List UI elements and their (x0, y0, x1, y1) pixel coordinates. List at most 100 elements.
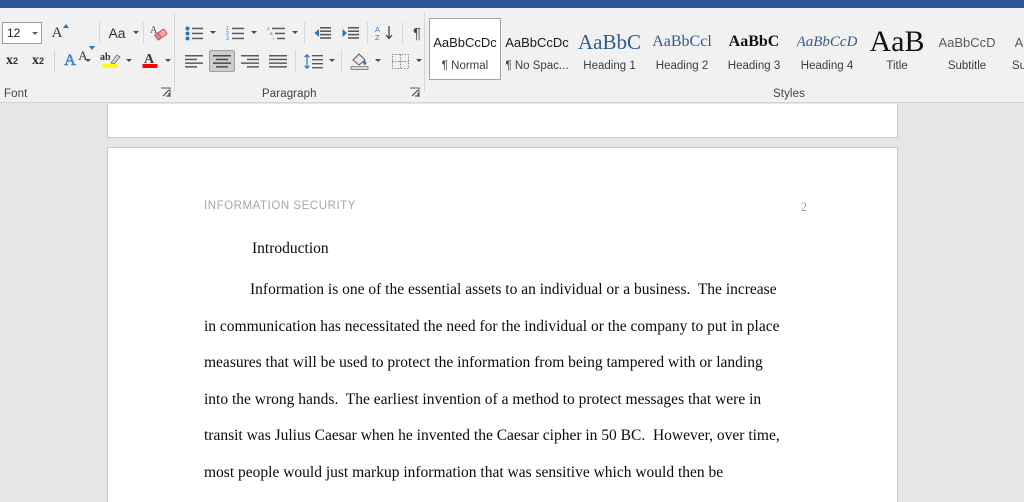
align-left-button[interactable] (181, 50, 207, 72)
increase-indent-button[interactable] (337, 22, 363, 44)
line-text: most people would just markup informatio… (204, 463, 724, 481)
superscript-sup: 2 (38, 56, 44, 66)
line-spacing-button[interactable] (300, 50, 326, 72)
align-center-button[interactable] (209, 50, 235, 72)
style-item-title[interactable]: AaB Title (864, 18, 930, 80)
style-preview: A (1014, 34, 1024, 50)
style-item-heading-2[interactable]: AaBbCcl Heading 2 (646, 18, 718, 80)
font-size-dropdown-icon[interactable] (28, 23, 41, 43)
group-label-font: Font (4, 88, 28, 100)
justify-button[interactable] (265, 50, 291, 72)
style-preview: AaBbCcD (796, 33, 858, 50)
bullets-chevron-down-icon[interactable] (208, 28, 217, 37)
pilcrow-icon: ¶ (412, 24, 422, 42)
divider (402, 22, 403, 44)
align-left-icon (185, 54, 203, 68)
style-item-no-spac[interactable]: AaBbCcDc ¶ No Spac... (501, 18, 573, 80)
svg-text:3: 3 (226, 36, 229, 41)
style-preview: AaB (869, 26, 925, 58)
font-size-combo[interactable]: 12 (2, 22, 42, 44)
divider (367, 22, 368, 44)
style-item-subtitle[interactable]: AaBbCcD Subtitle (930, 18, 1004, 80)
style-item-heading-3[interactable]: AaBbC Heading 3 (718, 18, 790, 80)
style-preview: AaBbCcDc (505, 34, 569, 50)
style-label: Heading 4 (800, 60, 854, 72)
document-page[interactable]: INFORMATION SECURITY 2 Introduction Info… (107, 147, 898, 502)
font-color-swatch (142, 64, 158, 68)
grow-font-button[interactable]: A (45, 22, 69, 44)
numbering-chevron-down-icon[interactable] (249, 28, 258, 37)
paragraph-line: measures that will be used to protect th… (204, 345, 804, 382)
document-body[interactable]: Introduction Information is one of the e… (204, 240, 804, 492)
style-preview: AaBbC (728, 33, 780, 50)
svg-text:i: i (273, 36, 274, 41)
style-item-heading-1[interactable]: AaBbC Heading 1 (573, 18, 646, 80)
section-heading: Introduction (252, 240, 329, 257)
text-effects-chevron-down-icon[interactable] (83, 56, 92, 65)
divider (143, 22, 144, 44)
change-case-button[interactable]: Aa (103, 22, 131, 44)
body-paragraph: Information is one of the essential asse… (204, 272, 804, 492)
paragraph-line: transit was Julius Caesar when he invent… (204, 418, 804, 455)
style-item-heading-4[interactable]: AaBbCcD Heading 4 (790, 18, 864, 80)
highlight-chevron-down-icon[interactable] (124, 56, 133, 65)
line-spacing-chevron-down-icon[interactable] (327, 56, 336, 65)
grow-font-arrow-icon (63, 24, 69, 28)
font-color-button[interactable]: A (138, 50, 162, 72)
style-item-su[interactable]: A Su (1004, 18, 1024, 80)
style-label: Subtitle (947, 60, 987, 72)
styles-gallery[interactable]: AaBbCcDc ¶ Normal AaBbCcDc ¶ No Spac... AaBb… (429, 18, 1024, 80)
change-case-chevron-down-icon[interactable] (131, 28, 140, 37)
group-label-styles: Styles (773, 88, 805, 100)
divider (424, 13, 425, 91)
align-right-button[interactable] (237, 50, 263, 72)
multilevel-list-button[interactable]: 1 a i (263, 22, 289, 44)
change-case-label: Aa (108, 25, 126, 41)
paragraph-line: most people would just markup informatio… (204, 455, 804, 492)
borders-chevron-down-icon[interactable] (414, 56, 423, 65)
decrease-indent-button[interactable] (309, 22, 335, 44)
superscript-button[interactable]: x2 (26, 50, 50, 72)
highlighter-icon: ab (99, 52, 121, 70)
paragraph-line: into the wrong hands. The earliest inven… (204, 382, 804, 419)
paragraph-dialog-launcher[interactable] (409, 87, 420, 98)
line-text: into the wrong hands. The earliest inven… (204, 390, 762, 408)
divider (341, 50, 342, 72)
page-header-text: INFORMATION SECURITY (204, 200, 356, 212)
increase-indent-icon (342, 27, 359, 39)
subscript-button[interactable]: x2 (0, 50, 24, 72)
title-bar (0, 0, 1024, 8)
grow-font-label: A (51, 24, 63, 41)
divider (174, 13, 175, 91)
text-effects-button[interactable]: A (58, 50, 82, 72)
style-label: Title (886, 60, 908, 72)
sort-az-icon: A Z (375, 25, 393, 41)
page-number: 2 (800, 200, 807, 214)
style-preview: AaBbCcD (938, 34, 996, 50)
superscript-label: x (31, 53, 39, 68)
font-dialog-launcher[interactable] (160, 87, 171, 98)
style-label: Su (1011, 60, 1024, 72)
style-item-normal[interactable]: AaBbCcDc ¶ Normal (429, 18, 501, 80)
font-color-chevron-down-icon[interactable] (163, 56, 172, 65)
numbering-button[interactable]: 1 2 3 (222, 22, 248, 44)
divider (304, 22, 305, 44)
paragraph-line: Information is one of the essential asse… (204, 272, 804, 309)
font-size-value: 12 (7, 26, 21, 40)
style-preview: AaBbCcl (652, 33, 712, 50)
clear-formatting-button[interactable]: A (147, 22, 171, 44)
bullets-button[interactable] (181, 22, 207, 44)
shading-chevron-down-icon[interactable] (373, 56, 382, 65)
decrease-indent-icon (314, 27, 331, 39)
highlight-color-swatch (102, 64, 118, 68)
word-application-window: 12 A A Aa A x 2 x 2 A ab A Font 1 2 3 1 … (0, 0, 1024, 502)
multilevel-list-icon: 1 a i (267, 26, 285, 41)
text-highlight-button[interactable]: ab (97, 50, 123, 72)
shading-button[interactable] (346, 50, 372, 72)
sort-button[interactable]: A Z (372, 22, 398, 44)
eraser-icon: A (149, 24, 169, 42)
document-canvas[interactable]: INFORMATION SECURITY 2 Introduction Info… (0, 104, 1024, 502)
multilevel-list-chevron-down-icon[interactable] (290, 28, 299, 37)
svg-text:Z: Z (375, 33, 380, 41)
borders-button[interactable] (387, 50, 413, 72)
